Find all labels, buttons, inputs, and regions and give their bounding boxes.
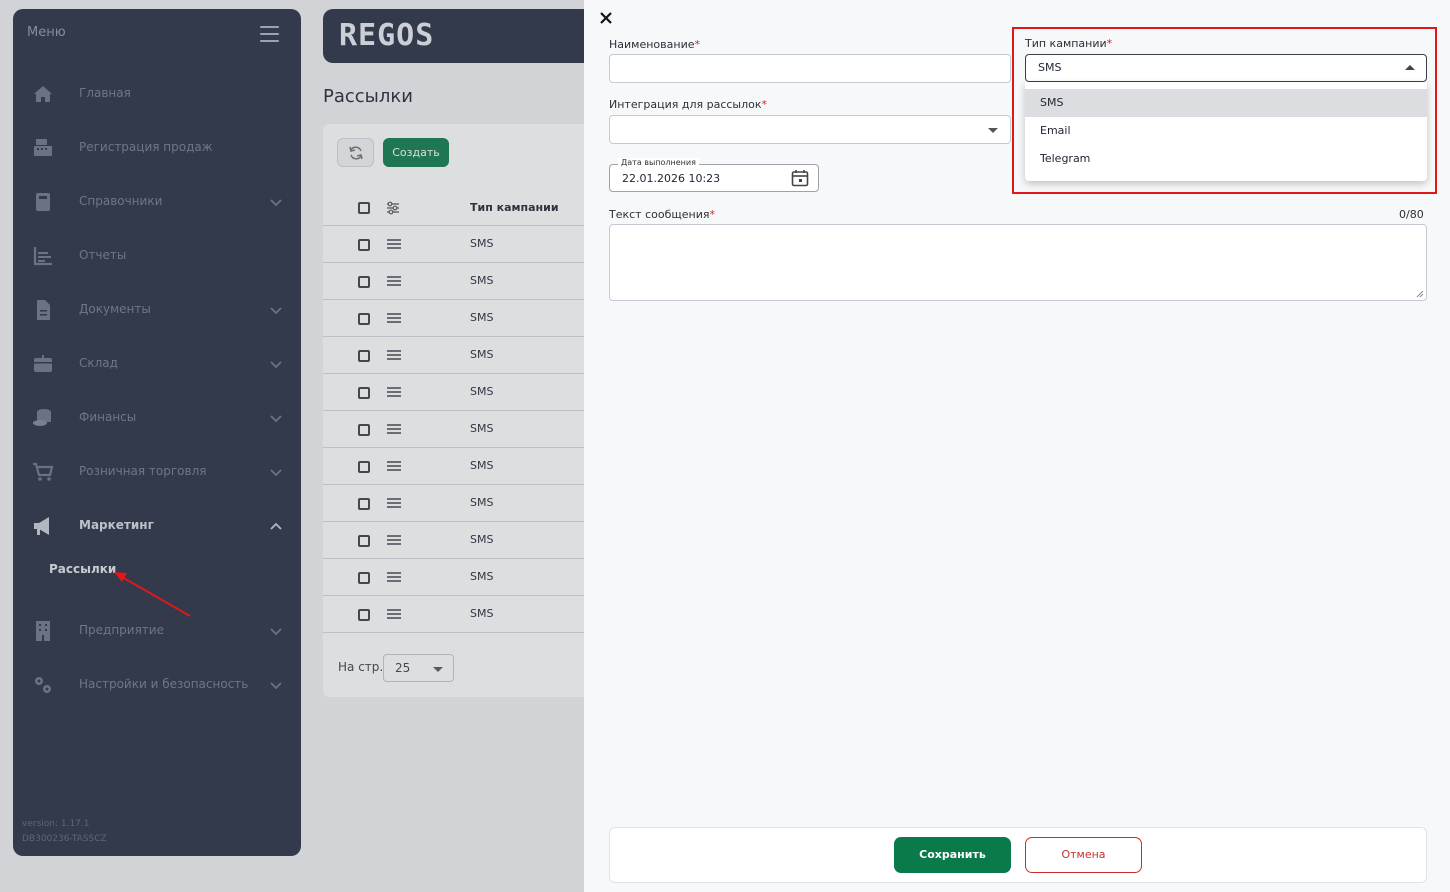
close-icon[interactable] (599, 11, 613, 25)
execution-date-field[interactable]: Дата выполнения 22.01.2026 10:23 (609, 158, 819, 192)
message-label: Текст сообщения* (609, 208, 715, 221)
highlight-box-annotation (1012, 27, 1437, 194)
name-label: Наименование* (609, 38, 700, 51)
cancel-button[interactable]: Отмена (1025, 837, 1142, 873)
execution-date-label: Дата выполнения (618, 158, 699, 167)
drawer-footer: Сохранить Отмена (609, 827, 1427, 883)
save-button[interactable]: Сохранить (894, 837, 1011, 873)
message-textarea[interactable] (609, 224, 1427, 301)
required-mark: * (761, 98, 768, 111)
caret-down-icon (988, 128, 998, 133)
name-label-text: Наименование (609, 38, 695, 51)
calendar-icon[interactable] (790, 168, 810, 188)
create-mailing-drawer: Наименование* Интеграция для рассылок* Д… (584, 0, 1450, 892)
resize-grip-icon[interactable] (1416, 290, 1424, 298)
execution-date-value: 22.01.2026 10:23 (622, 172, 721, 185)
red-arrow-annotation (114, 572, 191, 617)
integration-label-text: Интеграция для рассылок (609, 98, 762, 111)
message-label-text: Текст сообщения (609, 208, 710, 221)
name-input[interactable] (609, 54, 1011, 83)
required-mark: * (694, 38, 700, 51)
integration-select[interactable] (609, 115, 1011, 144)
integration-label: Интеграция для рассылок* (609, 98, 767, 111)
char-counter: 0/80 (1399, 208, 1424, 221)
required-mark: * (709, 208, 715, 221)
